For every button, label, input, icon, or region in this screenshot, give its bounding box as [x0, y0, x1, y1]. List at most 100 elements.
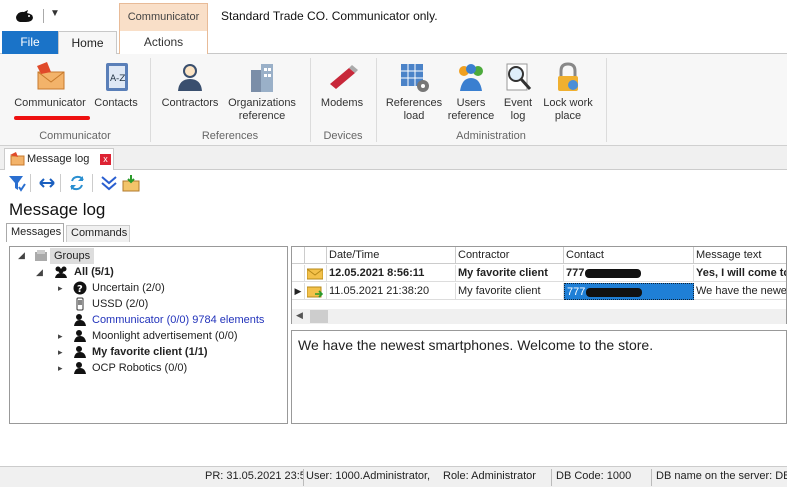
- contractors-label: Contractors: [161, 97, 219, 109]
- table-cell-message-text[interactable]: We have the newest smartphones. Welcome …: [694, 283, 786, 300]
- table-cell-contractor[interactable]: My favorite client: [456, 283, 564, 300]
- table-cell-message-text[interactable]: Yes, I will come tomorrow: [694, 265, 786, 282]
- table-row-icon-cell: [305, 265, 327, 282]
- document-tab-message-log[interactable]: Message log x: [4, 148, 114, 170]
- tab-home[interactable]: Home: [58, 31, 117, 55]
- event-log-button[interactable]: Event log: [499, 60, 537, 123]
- toolbar-separator: [30, 174, 31, 192]
- table-cell-contractor[interactable]: My favorite client: [456, 265, 564, 282]
- status-separator: [303, 469, 304, 486]
- users-reference-button[interactable]: Users reference: [444, 60, 498, 123]
- status-separator: [551, 469, 552, 486]
- column-header-message-text[interactable]: Message text: [694, 247, 786, 264]
- expand-icon[interactable]: ▸: [58, 363, 63, 374]
- double-chevron-down-icon[interactable]: [100, 174, 118, 192]
- tab-actions[interactable]: Actions: [119, 31, 208, 54]
- organizations-reference-button[interactable]: Organizations reference: [224, 60, 300, 123]
- contact-icon: [74, 330, 86, 342]
- users-icon: [459, 64, 483, 91]
- phone-icon: [76, 297, 84, 311]
- contact-value: 777: [566, 267, 585, 279]
- status-bar: PR: 31.05.2021 23:59 User: 1000.Administ…: [0, 466, 787, 487]
- window-title: Standard Trade CO. Communicator only.: [221, 9, 438, 23]
- svg-text:A-Z: A-Z: [110, 74, 125, 84]
- lock-work-place-button[interactable]: Lock work place: [539, 60, 597, 123]
- page-title: Message log: [9, 200, 106, 219]
- question-icon: ?: [73, 281, 87, 295]
- contacts-button[interactable]: A-Z Contacts: [92, 60, 140, 110]
- toolbar: [0, 170, 787, 196]
- expand-columns-icon[interactable]: [38, 174, 56, 192]
- group-label-devices: Devices: [323, 130, 363, 142]
- status-user: User: 1000.Administrator,: [306, 470, 431, 482]
- tab-messages[interactable]: Messages: [6, 223, 64, 242]
- modems-button[interactable]: Modems: [317, 60, 367, 110]
- unread-mail-icon: [306, 268, 324, 280]
- expand-icon[interactable]: ▸: [58, 283, 63, 294]
- expand-icon[interactable]: ▸: [58, 347, 63, 358]
- contact-value: 777: [567, 286, 586, 298]
- row-indicator-current-icon: ▶: [292, 283, 305, 300]
- column-header-contact[interactable]: Contact: [564, 247, 694, 264]
- ribbon: Communicator A-Z Contacts Contractors Or…: [0, 54, 787, 146]
- tab-commands[interactable]: Commands: [66, 225, 130, 242]
- collapse-icon[interactable]: ◢: [36, 267, 43, 278]
- grid-indicator-header: [292, 247, 305, 264]
- people-group-icon: [55, 266, 67, 278]
- event-log-label: Event log: [503, 97, 533, 122]
- table-gear-icon: [401, 64, 429, 92]
- column-header-datetime[interactable]: Date/Time: [327, 247, 456, 264]
- column-header-contractor[interactable]: Contractor: [456, 247, 564, 264]
- contractors-icon: [178, 64, 202, 91]
- scrollbar-thumb[interactable]: [310, 310, 328, 323]
- magnifier-icon: [506, 63, 532, 91]
- table-cell-datetime[interactable]: 12.05.2021 8:56:11: [327, 265, 456, 282]
- users-reference-label: Users reference: [447, 97, 495, 122]
- horizontal-scrollbar[interactable]: ◀: [292, 309, 786, 324]
- group-label-administration: Administration: [456, 130, 526, 142]
- communicator-button[interactable]: Communicator: [10, 60, 90, 110]
- tree-item-uncertain[interactable]: Uncertain (2/0): [92, 280, 165, 296]
- table-cell-contact[interactable]: 777: [564, 265, 694, 282]
- document-tab-label: Message log: [27, 153, 90, 165]
- group-separator: [606, 58, 607, 142]
- tab-file[interactable]: File: [2, 31, 58, 54]
- lock-icon: [558, 62, 578, 91]
- contacts-label: Contacts: [94, 97, 138, 109]
- status-db-name: DB name on the server: DB: [656, 470, 787, 482]
- mail-download-icon[interactable]: [122, 174, 140, 192]
- toolbar-separator: [60, 174, 61, 192]
- contact-icon: [74, 346, 86, 358]
- collapse-icon[interactable]: ◢: [18, 250, 25, 261]
- tree-item-communicator[interactable]: Communicator (0/0) 9784 elements: [92, 312, 264, 328]
- close-icon[interactable]: x: [100, 154, 111, 165]
- status-pr: PR: 31.05.2021 23:59: [205, 470, 303, 482]
- active-module-underline: [14, 116, 90, 120]
- table-cell-contact-selected[interactable]: 777: [564, 283, 694, 300]
- tree-item-my-favorite-client[interactable]: My favorite client (1/1): [92, 344, 208, 360]
- filter-icon[interactable]: [8, 174, 26, 192]
- status-separator: [651, 469, 652, 486]
- contractors-button[interactable]: Contractors: [158, 60, 222, 110]
- contact-icon: [74, 362, 86, 374]
- references-load-button[interactable]: References load: [384, 60, 444, 123]
- tree-root-groups[interactable]: Groups: [50, 248, 95, 264]
- tree-item-moonlight[interactable]: Moonlight advertisement (0/0): [92, 328, 238, 344]
- app-logo-icon[interactable]: [14, 8, 36, 24]
- organizations-reference-label: Organizations reference: [228, 97, 296, 122]
- document-tab-strip: Message log x: [0, 146, 787, 170]
- expand-icon[interactable]: ▸: [58, 331, 63, 342]
- message-preview-text: We have the newest smartphones. Welcome …: [298, 337, 654, 353]
- group-label-communicator: Communicator: [39, 130, 111, 142]
- tree-all[interactable]: All (5/1): [74, 264, 114, 280]
- refresh-icon[interactable]: [68, 174, 86, 192]
- scroll-left-icon[interactable]: ◀: [296, 310, 303, 321]
- tree-item-ussd[interactable]: USSD (2/0): [92, 296, 148, 312]
- references-load-label: References load: [385, 97, 443, 122]
- qat-customize-icon[interactable]: ▼: [50, 8, 60, 19]
- status-db-code: DB Code: 1000: [556, 470, 632, 482]
- context-tab-group: Communicator: [119, 3, 208, 31]
- tree-item-ocp-robotics[interactable]: OCP Robotics (0/0): [92, 360, 187, 376]
- qat-separator: [43, 9, 44, 23]
- table-cell-datetime[interactable]: 11.05.2021 21:38:20: [327, 283, 456, 300]
